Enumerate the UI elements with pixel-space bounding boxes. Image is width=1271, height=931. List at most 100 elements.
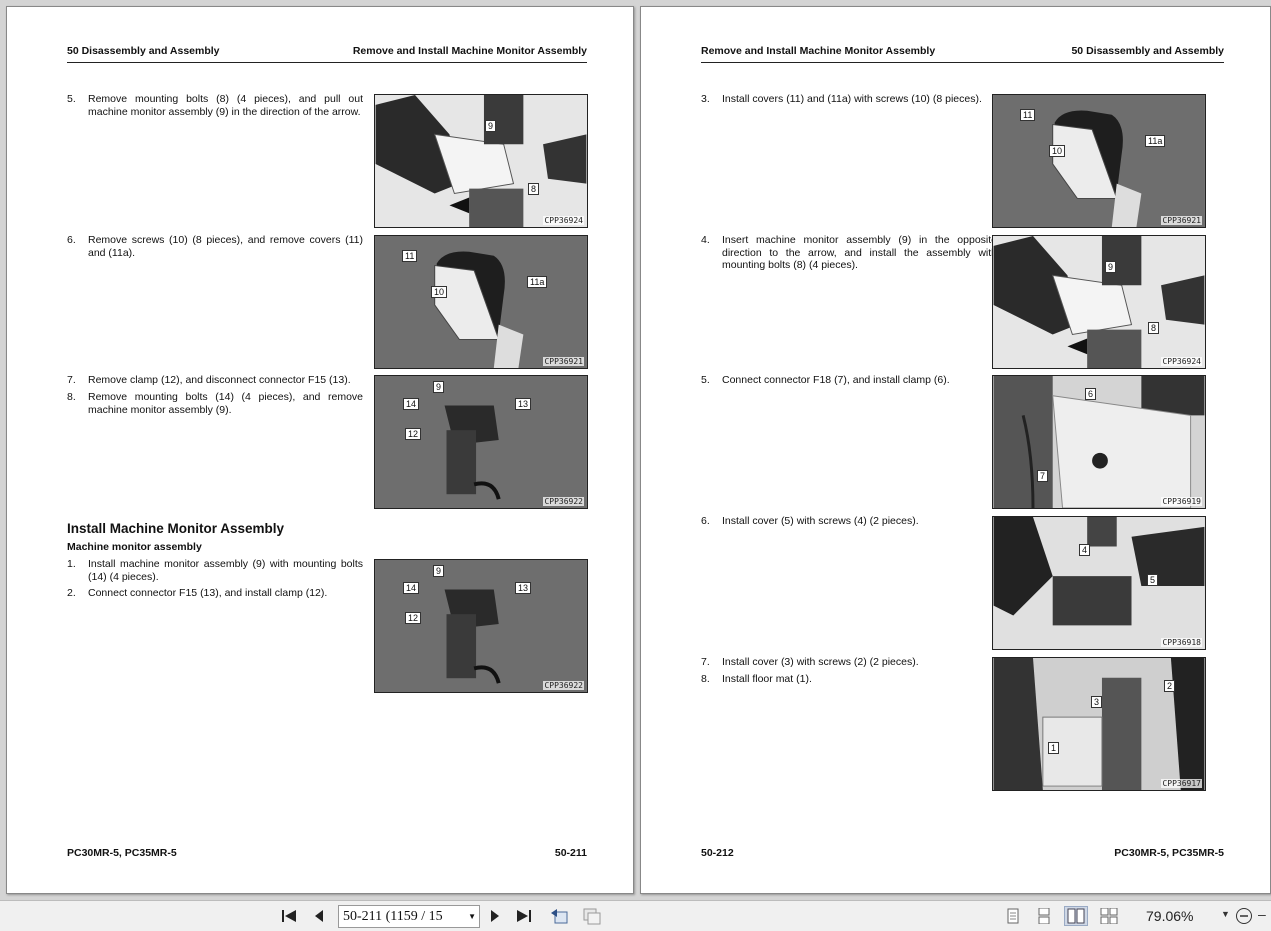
step-text: Insert machine monitor assembly (9) in t… [722,234,997,271]
zoom-out-icon[interactable] [1234,906,1254,926]
callout: 14 [403,582,420,594]
monitor-illustration [375,95,587,227]
step-8: 8. Remove mounting bolts (14) (4 pieces)… [67,391,363,416]
step-4: 4. Insert machine monitor assembly (9) i… [701,234,997,272]
connector-illustration [375,560,587,692]
continuous-facing-icon[interactable] [1097,906,1121,926]
next-page-icon[interactable] [485,906,505,926]
page-header: Remove and Install Machine Monitor Assem… [701,45,1224,63]
step-number: 5. [67,93,76,105]
step-text: Install cover (5) with screws (4) (2 pie… [722,515,919,527]
facing-icon[interactable] [1064,906,1088,926]
first-page-icon[interactable] [279,906,299,926]
figure-connector: 9 14 13 12 CPP36922 [374,375,588,509]
install-step-2: 2. Connect connector F15 (13), and insta… [67,587,363,600]
step-3: 3. Install covers (11) and (11a) with sc… [701,93,997,106]
callout: 11a [1145,135,1166,147]
header-right: 50 Disassembly and Assembly [1071,45,1224,57]
callout: 11 [402,250,418,262]
callout: 2 [1164,680,1176,692]
callout: 12 [405,428,422,440]
footer-page-number: 50-211 [554,847,587,859]
footer-model: PC30MR-5, PC35MR-5 [67,847,177,859]
callout: 11a [527,276,548,288]
callout: 14 [403,398,420,410]
step-8: 8. Install floor mat (1). [701,673,997,686]
footer-model: PC30MR-5, PC35MR-5 [1114,847,1224,859]
step-text: Connect connector F18 (7), and install c… [722,374,950,386]
floor-mat-illustration [993,658,1205,790]
last-page-icon[interactable] [514,906,534,926]
next-view-icon[interactable] [582,906,602,926]
page-left: 50 Disassembly and Assembly Remove and I… [6,6,634,894]
step-number: 3. [701,93,710,105]
figure-install-connector: 9 14 13 12 CPP36922 [374,559,588,693]
callout: 9 [1105,261,1117,273]
footer-page-number: 50-212 [701,847,734,859]
header-left: Remove and Install Machine Monitor Assem… [701,45,936,57]
install-step-1: 1. Install machine monitor assembly (9) … [67,558,363,583]
figure-code: CPP36919 [1161,497,1202,506]
step-number: 5. [701,374,710,386]
step-number: 7. [67,374,76,386]
step-number: 1. [67,558,76,570]
figure-covers: 11 11a 10 CPP36921 [374,235,588,369]
header-left: 50 Disassembly and Assembly [67,45,220,57]
callout: 1 [1048,742,1060,754]
callout: 9 [433,381,445,393]
step-text: Remove mounting bolts (8) (4 pieces), an… [88,93,363,118]
prev-view-icon[interactable] [549,906,569,926]
page-number-input[interactable]: 50-211 (1159 / 15 ▼ [338,905,480,928]
step-6: 6. Install cover (5) with screws (4) (2 … [701,515,997,528]
prev-page-icon[interactable] [309,906,329,926]
figure-covers: 11 11a 10 CPP36921 [992,94,1206,228]
callout: 12 [405,612,422,624]
step-text: Connect connector F15 (13), and install … [88,587,328,599]
step-text: Remove mounting bolts (14) (4 pieces), a… [88,391,363,416]
callout: 10 [431,286,448,298]
figure-code: CPP36922 [543,497,584,506]
callout: 9 [485,120,497,132]
step-5: 5. Connect connector F18 (7), and instal… [701,374,997,387]
chevron-down-icon[interactable]: ▼ [468,906,476,927]
callout: 9 [433,565,445,577]
figure-floor-mat: 3 2 1 CPP36917 [992,657,1206,791]
callout: 6 [1085,388,1097,400]
page-number-value: 50-211 (1159 / 15 [343,909,443,924]
step-text: Install cover (3) with screws (2) (2 pie… [722,656,919,668]
monitor-illustration [993,236,1205,368]
connector-illustration [375,376,587,508]
callout: 8 [528,183,540,195]
figure-code: CPP36922 [543,681,584,690]
figure-monitor-install: 9 8 CPP36924 [992,235,1206,369]
step-number: 6. [701,515,710,527]
figure-cover-5: 4 5 CPP36918 [992,516,1206,650]
section-title: Install Machine Monitor Assembly [67,521,285,536]
step-number: 8. [67,391,76,403]
figure-code: CPP36918 [1161,638,1202,647]
subsection-title: Machine monitor assembly [67,541,202,553]
step-5: 5. Remove mounting bolts (8) (4 pieces),… [67,93,363,118]
page-header: 50 Disassembly and Assembly Remove and I… [67,45,587,63]
step-6: 6. Remove screws (10) (8 pieces), and re… [67,234,363,259]
figure-code: CPP36924 [1161,357,1202,366]
step-7: 7. Install cover (3) with screws (2) (2 … [701,656,997,669]
header-right: Remove and Install Machine Monitor Assem… [352,45,587,57]
zoom-level[interactable]: 79.06% [1146,908,1193,924]
step-number: 7. [701,656,710,668]
single-page-icon[interactable] [1001,906,1025,926]
callout: 5 [1147,574,1159,586]
figure-code: CPP36921 [543,357,584,366]
cover-illustration [993,517,1205,649]
step-text: Remove clamp (12), and disconnect connec… [88,374,351,386]
figure-monitor-removal: 9 8 CPP36924 [374,94,588,228]
zoom-dropdown-chevron-icon[interactable]: ▼ [1221,909,1230,919]
figure-code: CPP36924 [543,216,584,225]
step-number: 2. [67,587,76,599]
step-text: Remove screws (10) (8 pieces), and remov… [88,234,363,259]
continuous-icon[interactable] [1032,906,1056,926]
figure-clamp: 6 7 CPP36919 [992,375,1206,509]
document-viewport[interactable]: 50 Disassembly and Assembly Remove and I… [0,0,1271,900]
pdf-toolbar: 50-211 (1159 / 15 ▼ 79.06% ▼ – [0,900,1271,931]
callout: 13 [515,582,532,594]
